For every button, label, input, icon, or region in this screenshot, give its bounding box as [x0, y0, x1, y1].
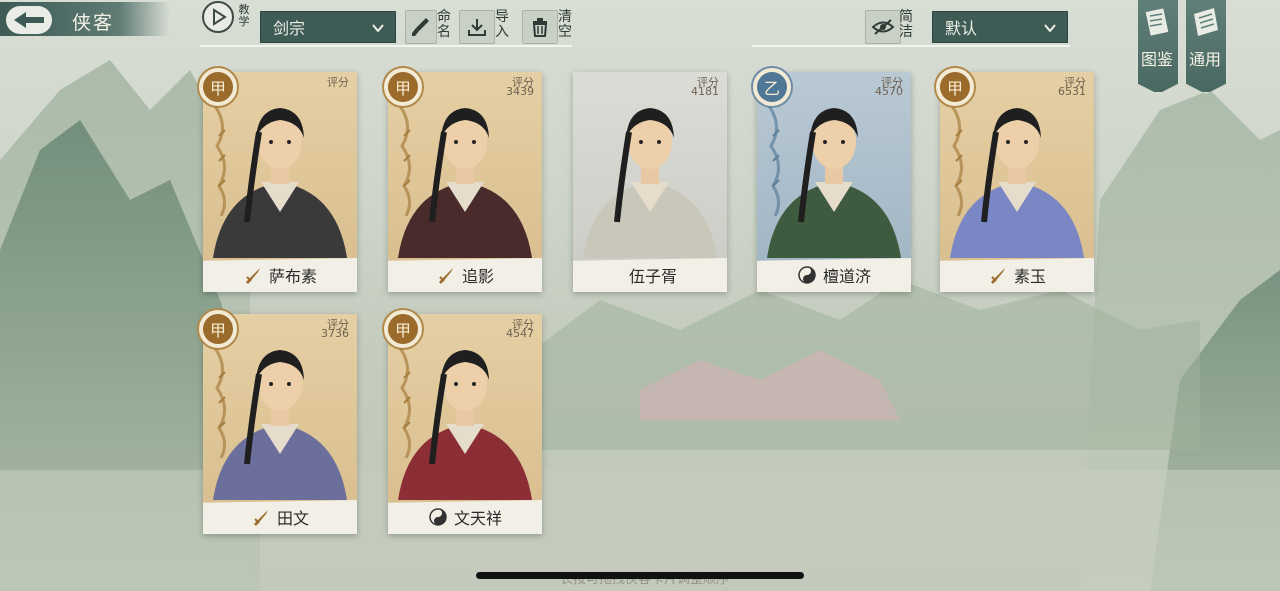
sect-dropdown[interactable]: 剑宗 [260, 11, 396, 43]
rename-label: 命名 [437, 9, 451, 40]
hero-card[interactable]: 评分 4181 伍子胥 [573, 72, 727, 292]
grade-badge: 甲 [382, 66, 424, 108]
hero-name: 田文 [276, 509, 309, 528]
hero-name-bar: 伍子胥 [573, 258, 727, 292]
hero-card[interactable]: 评分 萨布素 甲 [197, 66, 357, 292]
grade-text: 甲 [388, 314, 418, 344]
hero-name-bar: 素玉 [940, 258, 1094, 292]
hero-card[interactable]: 评分 4570 檀道济 乙 [751, 66, 911, 292]
grade-badge: 甲 [934, 66, 976, 108]
simple-view-label: 简洁 [899, 9, 913, 40]
grade-badge: 甲 [197, 308, 239, 350]
score-value: 6531 [1058, 85, 1086, 98]
hero-card[interactable]: 评分 6531 素玉 甲 [934, 66, 1094, 292]
hero-card[interactable]: 评分 3736 田文 甲 [197, 308, 357, 534]
hero-portrait [583, 108, 717, 258]
clear-button[interactable] [522, 10, 558, 44]
general-tab-label: 通用 [1189, 50, 1222, 69]
import-button[interactable] [459, 10, 495, 44]
tier-ribbon [213, 106, 226, 216]
sort-underline [752, 45, 1070, 47]
hero-name: 檀道济 [822, 267, 871, 286]
grade-text: 甲 [203, 72, 233, 102]
grade-text: 甲 [203, 314, 233, 344]
score-value: 4547 [506, 327, 534, 340]
hero-card[interactable]: 评分 4547 文天祥 甲 [382, 308, 542, 534]
brush-icon [412, 18, 429, 36]
page-title: 侠客 [72, 12, 115, 34]
score-value: 4181 [691, 85, 719, 98]
score-label: 评分 [327, 76, 349, 89]
sword-icon [990, 268, 1005, 284]
clear-label: 清空 [558, 9, 572, 40]
hero-card[interactable]: 评分 3439 追影 甲 [382, 66, 542, 292]
grade-text: 乙 [757, 72, 787, 102]
tier-ribbon [398, 106, 411, 216]
codex-tab-label: 图鉴 [1141, 50, 1174, 69]
sword-icon [245, 268, 260, 284]
back-arrow-icon [6, 6, 52, 34]
hero-name-bar: 萨布素 [203, 258, 357, 292]
trash-icon [532, 18, 548, 37]
play-icon [202, 1, 234, 33]
grade-text: 甲 [940, 72, 970, 102]
sort-dropdown[interactable]: 默认 [932, 11, 1068, 43]
import-label: 导入 [495, 9, 509, 40]
download-icon [468, 19, 486, 36]
hero-name: 文天祥 [453, 509, 502, 528]
grade-badge: 甲 [382, 308, 424, 350]
chevron-down-icon [1044, 24, 1056, 33]
grade-text: 甲 [388, 72, 418, 102]
yinyang-icon [798, 266, 816, 284]
rename-button[interactable] [405, 10, 437, 44]
scroll-icon [1194, 8, 1218, 36]
sect-dropdown-value: 剑宗 [273, 19, 306, 38]
hero-name: 素玉 [1013, 267, 1046, 286]
grade-badge: 甲 [197, 66, 239, 108]
hero-name: 伍子胥 [628, 267, 677, 286]
sword-icon [253, 510, 268, 526]
score-value: 3736 [321, 327, 349, 340]
toolbar-underline [200, 45, 572, 47]
book-icon [1145, 8, 1169, 36]
hero-name: 萨布素 [268, 267, 317, 286]
sort-dropdown-value: 默认 [945, 19, 978, 38]
hero-name-bar: 田文 [203, 500, 357, 534]
hero-name: 追影 [461, 267, 494, 286]
tutorial-button[interactable] [201, 0, 235, 34]
general-tab[interactable]: 通用 [1184, 0, 1228, 94]
tier-ribbon [213, 348, 226, 458]
score-value: 4570 [875, 85, 903, 98]
hero-name-bar: 追影 [388, 258, 542, 292]
score-value: 3439 [506, 85, 534, 98]
chevron-down-icon [372, 24, 384, 33]
tier-ribbon [398, 348, 411, 458]
grade-badge: 乙 [751, 66, 793, 108]
codex-tab[interactable]: 图鉴 [1136, 0, 1180, 94]
sword-icon [438, 268, 453, 284]
hero-name-bar: 檀道济 [757, 258, 911, 292]
hero-name-bar: 文天祥 [388, 500, 542, 534]
yinyang-icon [429, 508, 447, 526]
tutorial-label: 教学 [238, 3, 250, 28]
tier-ribbon [950, 106, 963, 216]
tier-ribbon [767, 106, 780, 216]
back-button[interactable]: 侠客 [0, 2, 170, 36]
home-indicator[interactable] [476, 572, 804, 579]
eye-slash-icon [871, 19, 895, 35]
simple-view-button[interactable] [865, 10, 901, 44]
